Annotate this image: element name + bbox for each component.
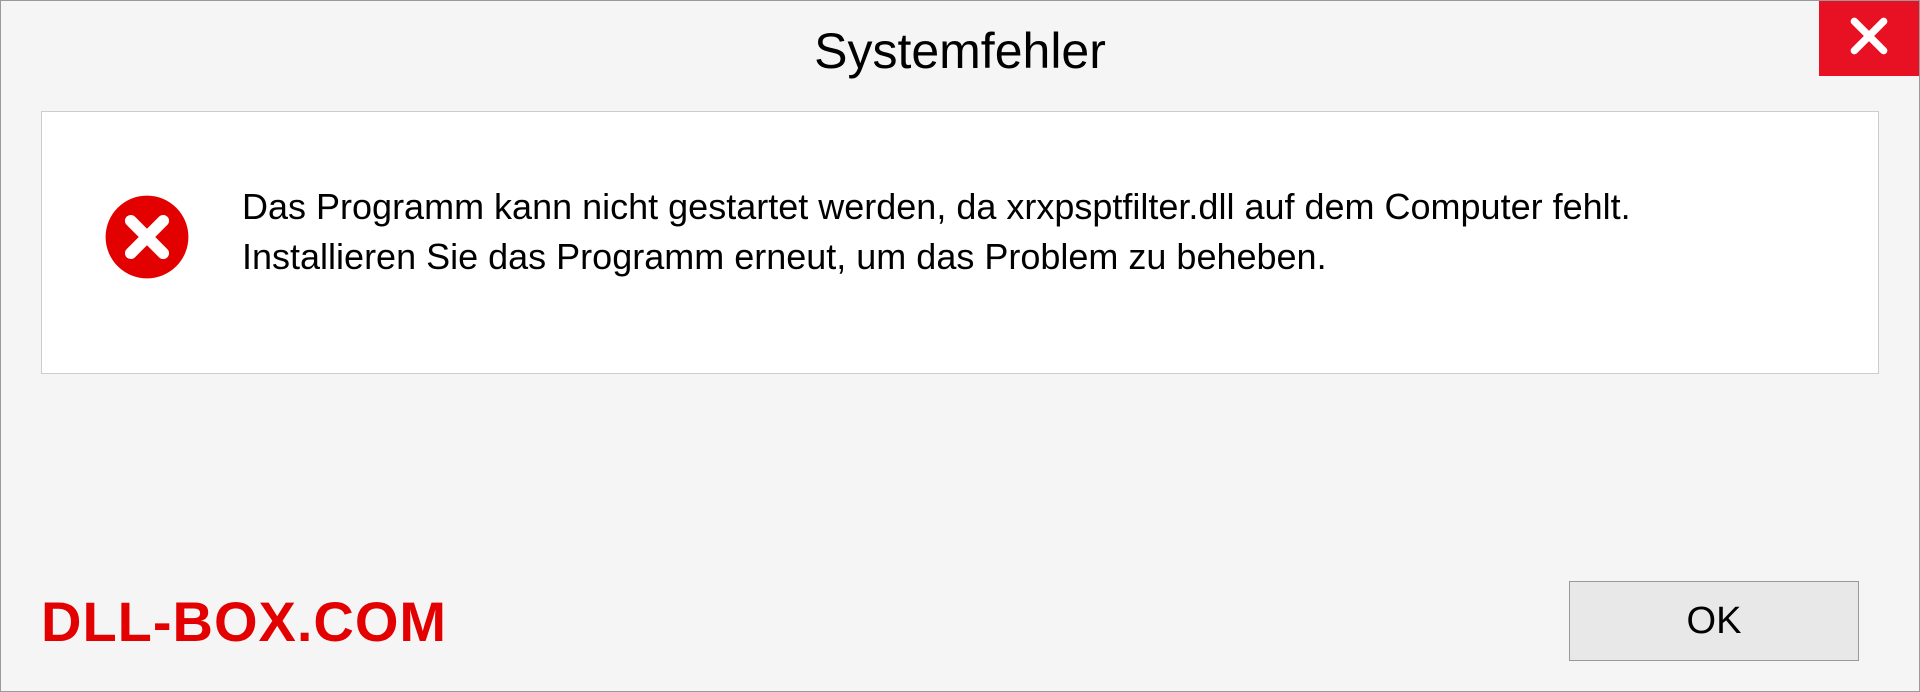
ok-button-label: OK bbox=[1687, 600, 1742, 643]
error-icon bbox=[102, 192, 192, 282]
watermark-text: DLL-BOX.COM bbox=[41, 589, 447, 654]
error-dialog: Systemfehler Das Programm kann nicht ges… bbox=[0, 0, 1920, 692]
error-message: Das Programm kann nicht gestartet werden… bbox=[242, 182, 1642, 283]
titlebar: Systemfehler bbox=[1, 1, 1919, 101]
dialog-footer: DLL-BOX.COM OK bbox=[1, 581, 1919, 661]
close-icon bbox=[1847, 14, 1891, 63]
dialog-title: Systemfehler bbox=[814, 22, 1106, 80]
content-panel: Das Programm kann nicht gestartet werden… bbox=[41, 111, 1879, 374]
close-button[interactable] bbox=[1819, 1, 1919, 76]
ok-button[interactable]: OK bbox=[1569, 581, 1859, 661]
